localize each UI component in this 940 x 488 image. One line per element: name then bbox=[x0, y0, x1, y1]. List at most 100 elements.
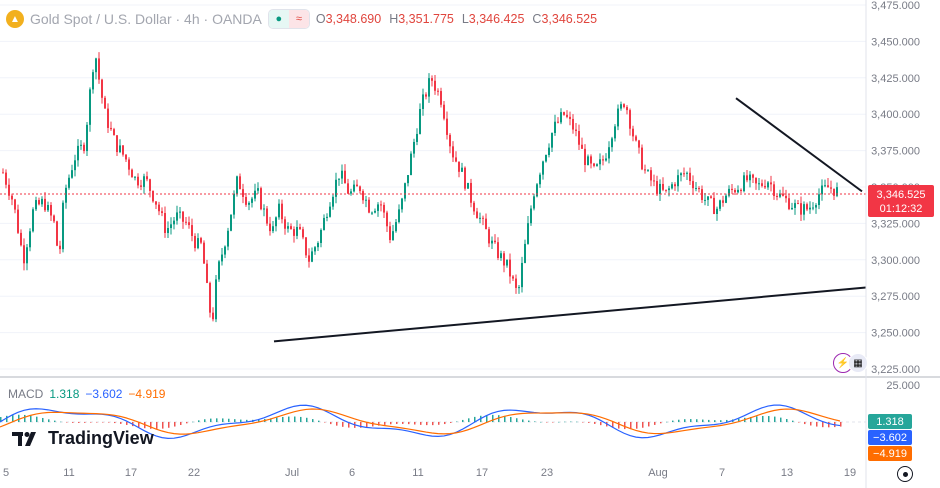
macd-histogram-bar bbox=[588, 422, 590, 423]
macd-histogram-bar bbox=[240, 419, 242, 422]
candle-body bbox=[434, 80, 436, 91]
candle-body bbox=[476, 211, 478, 219]
candle-body bbox=[179, 211, 181, 213]
countdown-label: 01:12:32 bbox=[880, 203, 923, 215]
candle-body bbox=[563, 112, 565, 115]
candle-body bbox=[38, 200, 40, 205]
candle-body bbox=[53, 215, 55, 222]
macd-histogram-bar bbox=[696, 419, 698, 422]
candle-body bbox=[428, 78, 430, 97]
price-chart[interactable]: 3,475.000 3,450.000 3,425.000 3,400.000 3,37… bbox=[0, 0, 940, 488]
us-flag-icon[interactable]: ▦ bbox=[848, 353, 868, 373]
price-tick-label: 3,450.000 bbox=[871, 36, 920, 48]
macd-histogram-bar bbox=[456, 421, 458, 423]
candle-body bbox=[128, 159, 130, 170]
candle-body bbox=[503, 253, 505, 266]
time-tick-label: Aug bbox=[648, 467, 668, 479]
candle-body bbox=[158, 204, 160, 212]
macd-histogram-bar bbox=[714, 420, 716, 422]
candle-body bbox=[716, 208, 718, 214]
candle-body bbox=[41, 198, 43, 205]
macd-histogram-bar bbox=[522, 419, 524, 422]
candle-body bbox=[242, 189, 244, 197]
market-status-pill[interactable]: ● ≈ bbox=[267, 9, 310, 29]
candle-body bbox=[164, 212, 166, 234]
candle-body bbox=[353, 184, 355, 192]
candle-body bbox=[587, 156, 589, 166]
macd-histogram-bar bbox=[108, 422, 110, 423]
macd-histogram-bar bbox=[222, 418, 224, 422]
macd-histogram-bar bbox=[570, 421, 572, 423]
candle-body bbox=[314, 247, 316, 252]
macd-histogram-bar bbox=[786, 419, 788, 422]
candle-body bbox=[77, 145, 79, 161]
candle-body bbox=[398, 209, 400, 223]
macd-histogram-bar bbox=[690, 419, 692, 422]
candle-body bbox=[290, 226, 292, 230]
chart-header: ▲ Gold Spot / U.S. Dollar · 4h · OANDA ●… bbox=[6, 8, 597, 30]
candle-body bbox=[419, 108, 421, 134]
candle-body bbox=[800, 203, 802, 215]
macd-histogram-bar bbox=[762, 415, 764, 422]
candle-body bbox=[722, 200, 724, 203]
candle-body bbox=[821, 185, 823, 195]
symbol-title[interactable]: Gold Spot / U.S. Dollar · 4h · OANDA bbox=[30, 11, 262, 27]
candle-body bbox=[479, 217, 481, 219]
candle-body bbox=[23, 245, 25, 264]
candle-body bbox=[425, 94, 427, 97]
candle-body bbox=[446, 118, 448, 135]
macd-histogram-bar bbox=[672, 420, 674, 422]
macd-header[interactable]: MACD 1.318 −3.602 −4.919 bbox=[8, 387, 165, 401]
macd-histogram-bar bbox=[204, 419, 206, 422]
candle-body bbox=[62, 202, 64, 250]
candle-body bbox=[137, 176, 139, 186]
ohlc-low-value: 3,346.425 bbox=[468, 12, 525, 26]
candle-body bbox=[155, 201, 157, 205]
macd-histogram-bar bbox=[288, 416, 290, 422]
candle-body bbox=[377, 204, 379, 211]
macd-histogram-bar bbox=[642, 422, 644, 428]
candle-body bbox=[254, 190, 256, 199]
macd-name: MACD bbox=[8, 387, 44, 401]
indicator-badges[interactable]: ⚡ ▦ bbox=[833, 353, 868, 373]
candle-body bbox=[833, 188, 835, 196]
macd-value-tag-label: −3.602 bbox=[873, 432, 907, 444]
candle-body bbox=[749, 174, 751, 181]
macd-histogram-bar bbox=[540, 421, 542, 423]
candle-body bbox=[494, 240, 496, 243]
candle-body bbox=[761, 183, 763, 186]
candle-body bbox=[134, 176, 136, 178]
candle-body bbox=[359, 186, 361, 192]
ohlc-open-value: 3,348.690 bbox=[325, 12, 382, 26]
macd-histogram-bar bbox=[624, 422, 626, 430]
time-tick-label: 23 bbox=[541, 467, 553, 479]
candle-body bbox=[272, 226, 274, 232]
candle-body bbox=[692, 181, 694, 189]
candle-body bbox=[218, 261, 220, 280]
tradingview-logo[interactable]: TradingView bbox=[12, 428, 154, 449]
macd-histogram-bar bbox=[468, 418, 470, 422]
price-tick-label: 3,325.000 bbox=[871, 218, 920, 230]
tradingview-mark-icon bbox=[12, 430, 42, 448]
macd-histogram-bar bbox=[78, 422, 80, 423]
candle-body bbox=[185, 221, 187, 223]
settings-gear-icon[interactable] bbox=[897, 466, 913, 482]
candle-body bbox=[146, 176, 148, 180]
macd-histogram-bar bbox=[636, 422, 638, 429]
ohlc-low-key: L bbox=[461, 12, 469, 26]
macd-histogram-bar bbox=[228, 418, 230, 422]
candle-body bbox=[92, 72, 94, 90]
macd-value-tag-label: −4.919 bbox=[873, 448, 907, 460]
macd-histogram-bar bbox=[708, 419, 710, 422]
candle-body bbox=[113, 129, 115, 136]
macd-histogram-bar bbox=[648, 422, 650, 427]
candle-body bbox=[167, 228, 169, 234]
candle-body bbox=[107, 108, 109, 128]
data-delay-icon: ≈ bbox=[288, 10, 309, 28]
candle-body bbox=[317, 242, 319, 248]
candle-body bbox=[422, 94, 424, 109]
macd-axis-tick: 25.000 bbox=[886, 380, 920, 392]
candle-body bbox=[119, 145, 121, 153]
price-labels: 3,346.525 01:12:32 bbox=[868, 185, 934, 217]
candle-body bbox=[233, 193, 235, 215]
